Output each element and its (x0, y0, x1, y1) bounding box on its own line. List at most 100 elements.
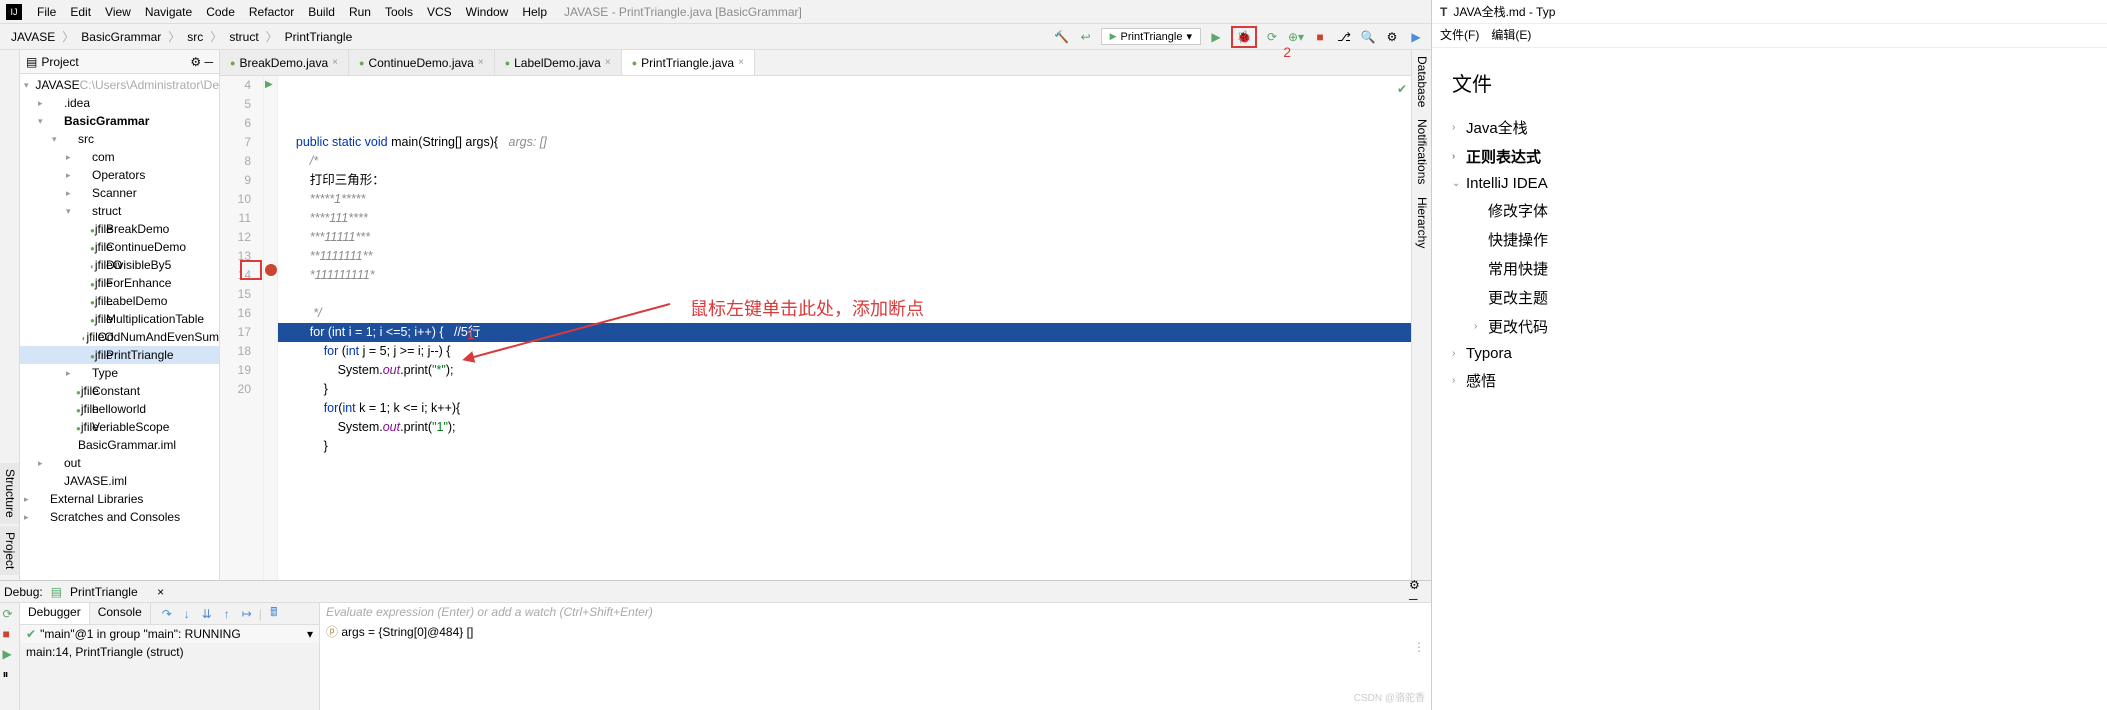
tree-node[interactable]: jfilePrintTriangle (20, 346, 219, 364)
resume-icon[interactable]: ▶ (3, 647, 17, 661)
editor-tab[interactable]: ●PrintTriangle.java× (622, 50, 755, 75)
step-into-icon[interactable]: ↓ (179, 606, 195, 622)
tree-node[interactable]: ▸Operators (20, 166, 219, 184)
tree-node[interactable]: jfileLabelDemo (20, 292, 219, 310)
project-tool[interactable]: Project (0, 526, 19, 575)
stop-icon[interactable]: ■ (1311, 28, 1329, 46)
tree-node[interactable]: ▸Scanner (20, 184, 219, 202)
outline-item[interactable]: 常用快捷 (1452, 254, 2087, 283)
close-icon[interactable]: × (152, 583, 170, 601)
outline-item[interactable]: 快捷操作 (1452, 225, 2087, 254)
outline-item[interactable]: 更改主题 (1452, 283, 2087, 312)
git-icon[interactable]: ⎇ (1335, 28, 1353, 46)
stack-frame[interactable]: main:14, PrintTriangle (struct) (20, 643, 319, 661)
more-icon[interactable]: ⋮ (1413, 640, 1425, 654)
menu-run[interactable]: Run (342, 3, 378, 21)
console-tab[interactable]: Console (90, 603, 151, 624)
pause-icon[interactable]: ⏸ (3, 667, 17, 681)
menu-window[interactable]: Window (459, 3, 516, 21)
rerun-icon[interactable]: ⟳ (3, 607, 17, 621)
editor-tab[interactable]: ●BreakDemo.java× (220, 50, 349, 75)
database-tool[interactable]: Database (1412, 50, 1431, 113)
menu-view[interactable]: View (98, 3, 138, 21)
menu-file[interactable]: File (30, 3, 63, 21)
gutter[interactable]: 4567891011121314151617181920 (220, 76, 264, 580)
tree-body[interactable]: ▾JAVASE C:\Users\Administrator\De▸.idea▾… (20, 74, 219, 580)
outline-item[interactable]: 修改字体 (1452, 196, 2087, 225)
tree-node[interactable]: ▾struct (20, 202, 219, 220)
step-out-icon[interactable]: ↑ (219, 606, 235, 622)
variable-row[interactable]: ⓟ args = {String[0]@484} [] (326, 623, 1425, 640)
step-over-icon[interactable]: ↷ (159, 606, 175, 622)
outline-item[interactable]: ⌄IntelliJ IDEA (1452, 171, 2087, 196)
outline-item[interactable]: ›正则表达式 (1452, 142, 2087, 171)
outline-item[interactable]: ›Typora (1452, 341, 2087, 366)
crumb[interactable]: src (182, 29, 208, 45)
outline-item[interactable]: ›更改代码 (1452, 312, 2087, 341)
tree-node[interactable]: jfileOOddNumAndEvenSum (20, 328, 219, 346)
outline-item[interactable]: ›感悟 (1452, 366, 2087, 395)
tree-node[interactable]: ▸External Libraries (20, 490, 219, 508)
breakpoint-icon[interactable] (265, 264, 277, 276)
tree-node[interactable]: jfileContinueDemo (20, 238, 219, 256)
tree-node[interactable]: BasicGrammar.iml (20, 436, 219, 454)
typora-menu-file[interactable]: 文件(F) (1440, 26, 1479, 45)
structure-tool[interactable]: Structure (0, 463, 19, 524)
tree-node[interactable]: ▸com (20, 148, 219, 166)
tree-node[interactable]: ▾src (20, 130, 219, 148)
build-icon[interactable]: 🔨 (1053, 28, 1071, 46)
force-step-icon[interactable]: ⇊ (199, 606, 215, 622)
tree-node[interactable]: jfilehelloworld (20, 400, 219, 418)
gutter-marks[interactable]: ▶ (264, 76, 278, 580)
tree-header[interactable]: ▤Project⚙ ─ (20, 50, 219, 74)
menu-refactor[interactable]: Refactor (242, 3, 301, 21)
tree-node[interactable]: jfileVeriableScope (20, 418, 219, 436)
tree-node[interactable]: jfileForEnhance (20, 274, 219, 292)
tree-node[interactable]: jfileODivisibleBy5 (20, 256, 219, 274)
run-config-select[interactable]: PrintTriangle ▾ (1101, 28, 1201, 45)
tree-node[interactable]: ▸.idea (20, 94, 219, 112)
tree-node[interactable]: jfileBreakDemo (20, 220, 219, 238)
coverage-icon[interactable]: ⟳ (1263, 28, 1281, 46)
stop-icon[interactable]: ■ (3, 627, 17, 641)
crumb[interactable]: PrintTriangle (280, 29, 358, 45)
debug-icon[interactable]: 🐞 (1235, 28, 1253, 46)
eval-hint[interactable]: Evaluate expression (Enter) or add a wat… (326, 605, 1425, 619)
tree-node[interactable]: jfileMultiplicationTable (20, 310, 219, 328)
evaluate-icon[interactable]: 🖩 (266, 606, 282, 622)
crumb[interactable]: BasicGrammar (76, 29, 166, 45)
tree-node[interactable]: ▸Scratches and Consoles (20, 508, 219, 526)
menu-code[interactable]: Code (199, 3, 242, 21)
run-to-cursor-icon[interactable]: ↦ (239, 606, 255, 622)
search-icon[interactable]: 🔍 (1359, 28, 1377, 46)
tree-node[interactable]: ▸Type (20, 364, 219, 382)
menu-build[interactable]: Build (301, 3, 342, 21)
typora-menu-edit[interactable]: 编辑(E) (1491, 26, 1531, 45)
tree-node[interactable]: JAVASE.iml (20, 472, 219, 490)
menu-vcs[interactable]: VCS (420, 3, 459, 21)
tree-node[interactable]: ▾BasicGrammar (20, 112, 219, 130)
tree-node[interactable]: ▸out (20, 454, 219, 472)
code-text[interactable]: ✔ public static void main(String[] args)… (278, 76, 1411, 580)
menu-tools[interactable]: Tools (378, 3, 420, 21)
crumb[interactable]: struct (224, 29, 263, 45)
notifications-tool[interactable]: Notifications (1412, 113, 1431, 190)
menu-navigate[interactable]: Navigate (138, 3, 199, 21)
crumb[interactable]: JAVASE (6, 29, 60, 45)
outline-item[interactable]: ›Java全栈 (1452, 113, 2087, 142)
menu-edit[interactable]: Edit (63, 3, 98, 21)
debugger-tab[interactable]: Debugger (20, 603, 90, 624)
hierarchy-tool[interactable]: Hierarchy (1412, 191, 1431, 254)
profile-icon[interactable]: ⊕▾ (1287, 28, 1305, 46)
settings-icon[interactable]: ⚙ ─ (1409, 583, 1427, 601)
thread-status[interactable]: ✔"main"@1 in group "main": RUNNING▾ (20, 625, 319, 643)
play-icon[interactable]: ▶ (1407, 28, 1425, 46)
editor-tab[interactable]: ●LabelDemo.java× (495, 50, 622, 75)
settings-icon[interactable]: ⚙ (1383, 28, 1401, 46)
run-icon[interactable]: ▶ (1207, 28, 1225, 46)
tree-node[interactable]: jfileConstant (20, 382, 219, 400)
editor-tab[interactable]: ●ContinueDemo.java× (349, 50, 495, 75)
back-icon[interactable]: ↩ (1077, 28, 1095, 46)
menu-help[interactable]: Help (515, 3, 554, 21)
tree-node[interactable]: ▾JAVASE C:\Users\Administrator\De (20, 76, 219, 94)
